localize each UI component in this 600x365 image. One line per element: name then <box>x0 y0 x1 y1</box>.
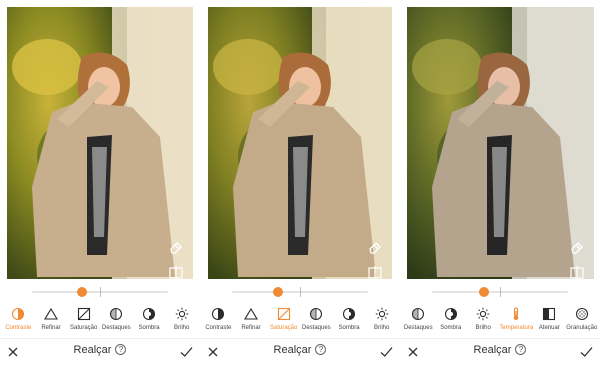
tool-label: Sombra <box>138 325 160 331</box>
slider-center-tick <box>500 287 501 297</box>
highlights-icon <box>109 307 123 321</box>
editor-panel-temperature: Destaques Sombra Brilho Temperatura Aten… <box>400 0 600 365</box>
tool-label: Contraste <box>205 325 232 331</box>
tool-fade[interactable]: Atenuar <box>533 307 565 331</box>
compare-icon[interactable] <box>367 265 383 279</box>
tool-refine[interactable]: Refinar <box>35 307 68 331</box>
photo-preview <box>407 7 594 279</box>
tool-brightness[interactable]: Brilho <box>365 307 398 331</box>
tool-label: Granulação <box>566 325 598 331</box>
slider-knob[interactable] <box>478 287 489 297</box>
confirm-check-icon[interactable] <box>380 345 393 357</box>
sun-icon <box>476 307 490 321</box>
contrast-icon <box>11 307 25 321</box>
compare-icon[interactable] <box>168 265 184 279</box>
triangle-icon <box>44 307 58 321</box>
tool-highlights[interactable]: Destaques <box>300 307 333 331</box>
tool-label: Saturação <box>270 325 298 331</box>
help-icon[interactable]: ? <box>315 344 327 355</box>
tool-temperature[interactable]: Temperatura <box>499 307 533 331</box>
tool-label: Refinar <box>41 325 61 331</box>
tool-label: Atenuar <box>538 325 560 331</box>
editor-panel-contrast: Contraste Refinar Saturação Destaques So… <box>0 0 200 365</box>
fade-icon <box>542 307 556 321</box>
tool-refine[interactable]: Refinar <box>235 307 268 331</box>
shadow-icon <box>342 307 356 321</box>
page-title-text: Realçar <box>473 344 512 356</box>
intensity-slider[interactable] <box>32 287 168 297</box>
contrast-icon <box>211 307 225 321</box>
triangle-icon <box>244 307 258 321</box>
tool-label: Brilho <box>374 325 390 331</box>
photo-preview <box>7 7 193 279</box>
page-title-text: Realçar <box>273 344 312 356</box>
tool-grain[interactable]: Granulação <box>566 307 598 331</box>
confirm-check-icon[interactable] <box>180 345 193 357</box>
eraser-icon[interactable] <box>168 238 184 254</box>
bottom-bar: Realçar? <box>400 338 600 362</box>
tool-label: Sombra <box>338 325 360 331</box>
thermometer-icon <box>509 307 523 321</box>
confirm-check-icon[interactable] <box>580 345 593 357</box>
photo-image <box>7 7 193 279</box>
slider-center-tick <box>100 287 101 297</box>
bottom-bar: Realçar? <box>0 338 200 362</box>
intensity-slider[interactable] <box>432 287 568 297</box>
photo-image <box>407 7 594 279</box>
tool-brightness[interactable]: Brilho <box>165 307 198 331</box>
editor-panel-saturation: Contraste Refinar Saturação Destaques So… <box>200 0 400 365</box>
tool-saturation[interactable]: Saturação <box>67 307 100 331</box>
tool-saturation[interactable]: Saturação <box>267 307 300 331</box>
shadow-icon <box>444 307 458 321</box>
compare-icon[interactable] <box>569 265 585 279</box>
page-title: Realçar? <box>0 344 200 356</box>
tool-label: Destaques <box>302 325 331 331</box>
intensity-slider[interactable] <box>232 287 368 297</box>
slider-knob[interactable] <box>273 287 284 297</box>
tool-shadow[interactable]: Sombra <box>434 307 466 331</box>
tool-brightness[interactable]: Brilho <box>467 307 499 331</box>
grain-icon <box>575 307 589 321</box>
highlights-icon <box>411 307 425 321</box>
tool-bar: Contraste Refinar Saturação Destaques So… <box>200 307 400 333</box>
tool-label: Temperatura <box>499 325 534 331</box>
tool-label: Sombra <box>440 325 462 331</box>
page-title: Realçar? <box>200 344 400 356</box>
tool-highlights[interactable]: Destaques <box>402 307 434 331</box>
saturation-icon <box>277 307 291 321</box>
eraser-icon[interactable] <box>367 238 383 254</box>
sun-icon <box>375 307 389 321</box>
page-title-text: Realçar <box>73 344 112 356</box>
tool-shadow[interactable]: Sombra <box>333 307 366 331</box>
help-icon[interactable]: ? <box>515 344 527 355</box>
tool-bar: Contraste Refinar Saturação Destaques So… <box>0 307 200 333</box>
photo-preview <box>208 7 392 279</box>
tool-label: Refinar <box>241 325 261 331</box>
slider-knob[interactable] <box>77 287 88 297</box>
tool-label: Destaques <box>403 325 433 331</box>
saturation-icon <box>77 307 91 321</box>
tool-label: Brilho <box>475 325 491 331</box>
photo-image <box>208 7 392 279</box>
tool-label: Saturação <box>70 325 98 331</box>
highlights-icon <box>309 307 323 321</box>
tool-contrast[interactable]: Contraste <box>2 307 35 331</box>
tool-highlights[interactable]: Destaques <box>100 307 133 331</box>
shadow-icon <box>142 307 156 321</box>
tool-label: Destaques <box>102 325 131 331</box>
tool-contrast[interactable]: Contraste <box>202 307 235 331</box>
tool-label: Brilho <box>174 325 190 331</box>
eraser-icon[interactable] <box>569 238 585 254</box>
sun-icon <box>175 307 189 321</box>
bottom-bar: Realçar? <box>200 338 400 362</box>
tool-bar: Destaques Sombra Brilho Temperatura Aten… <box>400 307 600 333</box>
tool-label: Contraste <box>5 325 32 331</box>
tool-shadow[interactable]: Sombra <box>133 307 166 331</box>
page-title: Realçar? <box>400 344 600 356</box>
help-icon[interactable]: ? <box>115 344 127 355</box>
slider-center-tick <box>300 287 301 297</box>
